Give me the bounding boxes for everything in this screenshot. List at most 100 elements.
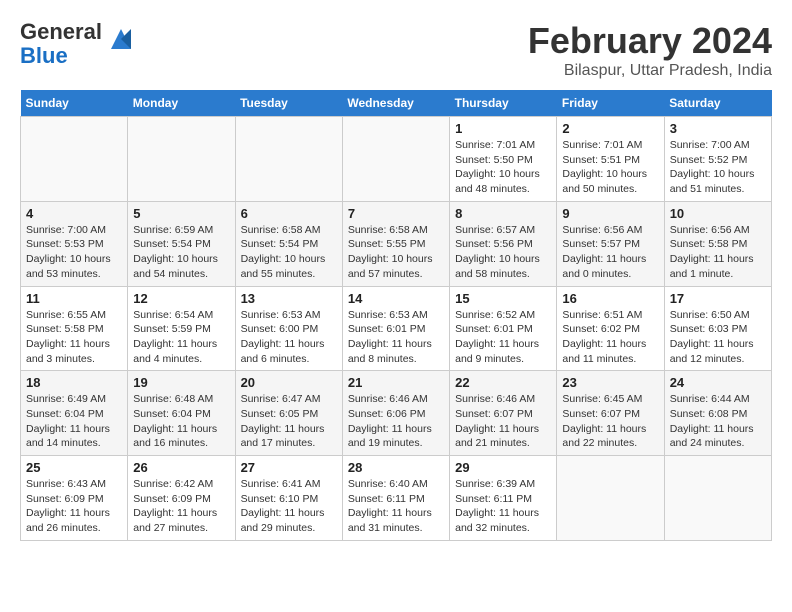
day-info: Sunrise: 6:48 AMSunset: 6:04 PMDaylight:… <box>133 392 229 451</box>
header: General Blue February 2024 Bilaspur, Utt… <box>20 20 772 80</box>
calendar-cell: 8Sunrise: 6:57 AMSunset: 5:56 PMDaylight… <box>450 201 557 286</box>
header-day: Saturday <box>664 90 771 117</box>
day-number: 9 <box>562 206 658 221</box>
day-number: 26 <box>133 460 229 475</box>
logo-icon <box>106 24 136 54</box>
calendar-cell: 21 Sunrise: 6:46 AMSunset: 6:06 PMDayligh… <box>342 371 449 456</box>
day-number: 4 <box>26 206 122 221</box>
day-info: Sunrise: 6:39 AMSunset: 6:11 PMDaylight:… <box>455 477 551 536</box>
day-number: 25 <box>26 460 122 475</box>
day-info: Sunrise: 6:46 AMSunset: 6:06 PMDaylight:… <box>348 392 444 451</box>
day-info: Sunrise: 6:58 AMSunset: 5:54 PMDaylight:… <box>241 223 337 282</box>
day-number: 22 <box>455 375 551 390</box>
day-info: Sunrise: 6:40 AMSunset: 6:11 PMDaylight:… <box>348 477 444 536</box>
day-number: 29 <box>455 460 551 475</box>
day-info: Sunrise: 6:45 AMSunset: 6:07 PMDaylight:… <box>562 392 658 451</box>
day-info: Sunrise: 6:43 AMSunset: 6:09 PMDaylight:… <box>26 477 122 536</box>
day-number: 12 <box>133 291 229 306</box>
day-info: Sunrise: 6:59 AMSunset: 5:54 PMDaylight:… <box>133 223 229 282</box>
calendar-cell <box>557 456 664 541</box>
calendar-cell: 17 Sunrise: 6:50 AMSunset: 6:03 PMDayligh… <box>664 286 771 371</box>
day-info: Sunrise: 6:56 AMSunset: 5:57 PMDaylight:… <box>562 223 658 282</box>
calendar-week: 4 Sunrise: 7:00 AMSunset: 5:53 PMDaylight… <box>21 201 772 286</box>
day-number: 3 <box>670 121 766 136</box>
header-day: Sunday <box>21 90 128 117</box>
day-info: Sunrise: 7:00 AMSunset: 5:52 PMDaylight:… <box>670 138 766 197</box>
logo: General Blue <box>20 20 136 68</box>
calendar-cell: 14 Sunrise: 6:53 AMSunset: 6:01 PMDayligh… <box>342 286 449 371</box>
calendar-week: 1 Sunrise: 7:01 AMSunset: 5:50 PMDaylight… <box>21 117 772 202</box>
day-number: 16 <box>562 291 658 306</box>
calendar-cell: 27 Sunrise: 6:41 AMSunset: 6:10 PMDayligh… <box>235 456 342 541</box>
day-number: 15 <box>455 291 551 306</box>
day-number: 21 <box>348 375 444 390</box>
day-info: Sunrise: 6:41 AMSunset: 6:10 PMDaylight:… <box>241 477 337 536</box>
calendar-cell: 11 Sunrise: 6:55 AMSunset: 5:58 PMDayligh… <box>21 286 128 371</box>
header-row: SundayMondayTuesdayWednesdayThursdayFrid… <box>21 90 772 117</box>
calendar-cell <box>342 117 449 202</box>
calendar-cell: 29 Sunrise: 6:39 AMSunset: 6:11 PMDayligh… <box>450 456 557 541</box>
day-info: Sunrise: 7:01 AMSunset: 5:50 PMDaylight:… <box>455 138 551 197</box>
calendar-cell: 4 Sunrise: 7:00 AMSunset: 5:53 PMDaylight… <box>21 201 128 286</box>
calendar-cell: 19 Sunrise: 6:48 AMSunset: 6:04 PMDayligh… <box>128 371 235 456</box>
day-number: 27 <box>241 460 337 475</box>
calendar-cell: 18Sunrise: 6:49 AMSunset: 6:04 PMDayligh… <box>21 371 128 456</box>
calendar-week: 11 Sunrise: 6:55 AMSunset: 5:58 PMDayligh… <box>21 286 772 371</box>
calendar-cell: 7Sunrise: 6:58 AMSunset: 5:55 PMDaylight… <box>342 201 449 286</box>
day-number: 2 <box>562 121 658 136</box>
day-info: Sunrise: 6:42 AMSunset: 6:09 PMDaylight:… <box>133 477 229 536</box>
calendar-week: 25 Sunrise: 6:43 AMSunset: 6:09 PMDayligh… <box>21 456 772 541</box>
day-number: 14 <box>348 291 444 306</box>
day-number: 10 <box>670 206 766 221</box>
day-number: 28 <box>348 460 444 475</box>
day-number: 17 <box>670 291 766 306</box>
calendar-cell: 15 Sunrise: 6:52 AMSunset: 6:01 PMDayligh… <box>450 286 557 371</box>
calendar-cell <box>235 117 342 202</box>
calendar-table: SundayMondayTuesdayWednesdayThursdayFrid… <box>20 90 772 541</box>
calendar-cell: 10Sunrise: 6:56 AMSunset: 5:58 PMDayligh… <box>664 201 771 286</box>
calendar-week: 18Sunrise: 6:49 AMSunset: 6:04 PMDayligh… <box>21 371 772 456</box>
day-number: 19 <box>133 375 229 390</box>
day-info: Sunrise: 7:00 AMSunset: 5:53 PMDaylight:… <box>26 223 122 282</box>
calendar-cell: 6 Sunrise: 6:58 AMSunset: 5:54 PMDaylight… <box>235 201 342 286</box>
header-day: Monday <box>128 90 235 117</box>
calendar-cell: 12 Sunrise: 6:54 AMSunset: 5:59 PMDayligh… <box>128 286 235 371</box>
month-title: February 2024 <box>528 20 772 62</box>
day-number: 6 <box>241 206 337 221</box>
day-info: Sunrise: 6:50 AMSunset: 6:03 PMDaylight:… <box>670 308 766 367</box>
day-info: Sunrise: 6:53 AMSunset: 6:00 PMDaylight:… <box>241 308 337 367</box>
day-number: 1 <box>455 121 551 136</box>
day-info: Sunrise: 6:51 AMSunset: 6:02 PMDaylight:… <box>562 308 658 367</box>
day-number: 8 <box>455 206 551 221</box>
header-day: Friday <box>557 90 664 117</box>
day-info: Sunrise: 6:53 AMSunset: 6:01 PMDaylight:… <box>348 308 444 367</box>
day-info: Sunrise: 7:01 AMSunset: 5:51 PMDaylight:… <box>562 138 658 197</box>
header-day: Wednesday <box>342 90 449 117</box>
calendar-cell: 2 Sunrise: 7:01 AMSunset: 5:51 PMDaylight… <box>557 117 664 202</box>
header-day: Tuesday <box>235 90 342 117</box>
day-info: Sunrise: 6:52 AMSunset: 6:01 PMDaylight:… <box>455 308 551 367</box>
day-number: 13 <box>241 291 337 306</box>
calendar-cell <box>664 456 771 541</box>
calendar-cell: 24Sunrise: 6:44 AMSunset: 6:08 PMDayligh… <box>664 371 771 456</box>
day-number: 18 <box>26 375 122 390</box>
calendar-cell <box>21 117 128 202</box>
calendar-cell: 5Sunrise: 6:59 AMSunset: 5:54 PMDaylight… <box>128 201 235 286</box>
calendar-cell: 22Sunrise: 6:46 AMSunset: 6:07 PMDayligh… <box>450 371 557 456</box>
calendar-cell: 23Sunrise: 6:45 AMSunset: 6:07 PMDayligh… <box>557 371 664 456</box>
day-info: Sunrise: 6:44 AMSunset: 6:08 PMDaylight:… <box>670 392 766 451</box>
calendar-cell: 28 Sunrise: 6:40 AMSunset: 6:11 PMDayligh… <box>342 456 449 541</box>
calendar-cell: 25 Sunrise: 6:43 AMSunset: 6:09 PMDayligh… <box>21 456 128 541</box>
logo-text-line1: General <box>20 20 102 44</box>
location-title: Bilaspur, Uttar Pradesh, India <box>528 62 772 80</box>
day-info: Sunrise: 6:54 AMSunset: 5:59 PMDaylight:… <box>133 308 229 367</box>
header-day: Thursday <box>450 90 557 117</box>
calendar-cell <box>128 117 235 202</box>
day-number: 20 <box>241 375 337 390</box>
day-number: 11 <box>26 291 122 306</box>
day-info: Sunrise: 6:55 AMSunset: 5:58 PMDaylight:… <box>26 308 122 367</box>
calendar-cell: 16 Sunrise: 6:51 AMSunset: 6:02 PMDayligh… <box>557 286 664 371</box>
calendar-cell: 13 Sunrise: 6:53 AMSunset: 6:00 PMDayligh… <box>235 286 342 371</box>
logo-text-line2: Blue <box>20 44 102 68</box>
title-area: February 2024 Bilaspur, Uttar Pradesh, I… <box>528 20 772 80</box>
